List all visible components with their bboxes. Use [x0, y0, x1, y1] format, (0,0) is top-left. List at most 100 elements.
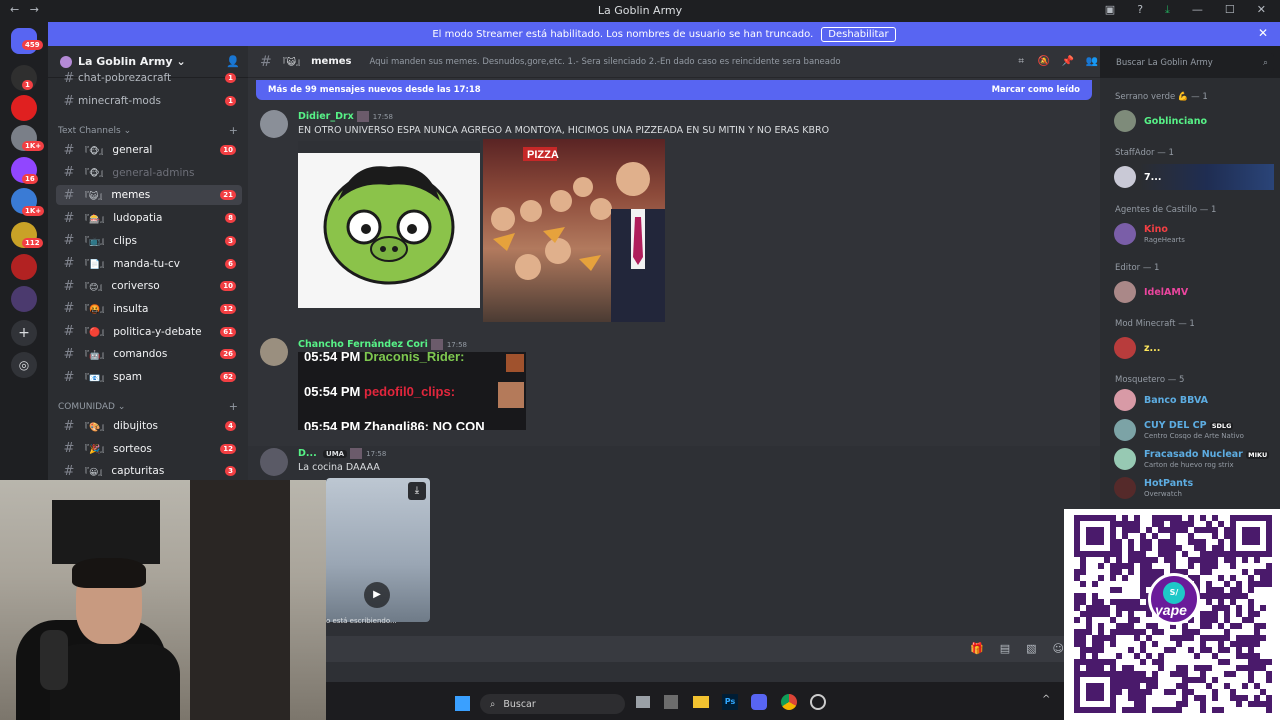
category-comunidad[interactable]: COMUNIDAD ⌄ [58, 402, 125, 412]
close-banner-icon[interactable]: ✕ [1258, 26, 1268, 40]
gift-icon[interactable]: 🎁 [970, 642, 984, 655]
server-icon[interactable] [11, 254, 37, 280]
member-item[interactable]: Banco BBVA [1114, 389, 1274, 413]
close-icon[interactable]: ✕ [1257, 3, 1266, 17]
new-messages-bar[interactable]: Más de 99 mensajes nuevos desde las 17:1… [256, 80, 1092, 100]
search-input[interactable]: Buscar La Goblin Army ⌕ [1110, 53, 1274, 72]
hash-icon: # [63, 278, 75, 294]
channel-item-chat-pobrezacraft[interactable]: # chat-pobrezacraft 1 [56, 68, 242, 88]
channel-topic[interactable]: Aqui manden sus memes. Desnudos,gore,etc… [369, 57, 840, 67]
avatar[interactable] [260, 448, 288, 476]
taskview-icon[interactable] [636, 696, 650, 708]
member-name: HotPants [1144, 478, 1193, 489]
channel-item-clips[interactable]: # 『📺』 clips 3 [56, 231, 242, 251]
screenshot-user: Zhangli86: NO CON [364, 419, 485, 430]
channel-item-capturitas[interactable]: # 『😀』 capturitas 3 [56, 461, 242, 481]
member-item[interactable]: CUY DEL CP SDLG Centro Cosqo de Arte Nati… [1114, 419, 1274, 443]
mark-as-read-button[interactable]: Marcar como leído [992, 85, 1080, 95]
channel-item-manda-tu-cv[interactable]: # 『📄』 manda-tu-cv 6 [56, 254, 242, 274]
add-server-icon[interactable]: + [11, 320, 37, 346]
author-name[interactable]: Chancho Fernández Cori [298, 339, 428, 350]
disable-streamer-button[interactable]: Deshabilitar [821, 26, 896, 42]
hash-icon: # [63, 210, 75, 226]
unread-badge: 26 [220, 349, 236, 360]
maximize-icon[interactable]: ☐ [1225, 3, 1235, 17]
play-button-icon[interactable]: ▶ [364, 582, 390, 608]
member-item[interactable]: Fracasado Nuclear MIKU Carton de huevo ro… [1114, 448, 1274, 472]
channel-item-spam[interactable]: # 『📧』 spam 62 [56, 367, 242, 387]
download-icon[interactable]: ⤓ [1165, 3, 1170, 17]
author-name[interactable]: D... [298, 448, 317, 459]
member-item[interactable]: 7... [1114, 166, 1274, 190]
home-badge: 459 [22, 40, 43, 50]
channel-item-insulta[interactable]: # 『🤬』 insulta 12 [56, 299, 242, 319]
message-author[interactable]: D... UMA 17:58 [298, 448, 386, 459]
app-icon[interactable] [810, 694, 826, 710]
channel-item-memes[interactable]: # 『😺』 memes 21 [56, 185, 242, 206]
channel-emoji: 『🎨』 [80, 422, 110, 433]
download-icon[interactable]: ⤓ [408, 482, 426, 500]
server-badge: 1K+ [22, 206, 45, 216]
channel-item-comandos[interactable]: # 『🤖』 comandos 26 [56, 344, 242, 364]
chrome-icon[interactable] [781, 694, 797, 710]
unread-badge: 62 [220, 372, 236, 382]
add-user-icon[interactable]: 👤 [226, 55, 240, 68]
channel-item-coriverso[interactable]: # 『😊』 coriverso 10 [56, 276, 242, 296]
taskbar-search[interactable]: ⌕ Buscar [480, 694, 625, 714]
channel-item-dibujitos[interactable]: # 『🎨』 dibujitos 4 [56, 416, 242, 436]
channel-item-minecraft-mods[interactable]: # minecraft-mods 1 [56, 91, 242, 111]
search-placeholder: Buscar La Goblin Army [1116, 57, 1213, 68]
screenshot-time: 05:54 PM [304, 384, 361, 399]
message-author[interactable]: Chancho Fernández Cori 17:58 [298, 339, 467, 350]
app-icon[interactable] [664, 695, 678, 709]
gif-icon[interactable]: ▤ [1000, 642, 1010, 655]
chat-screenshot-image[interactable]: 05:54 PM Draconis_Rider: 05:54 PM pedofi… [298, 352, 526, 430]
member-item[interactable]: HotPants Overwatch [1114, 477, 1274, 501]
inbox-icon[interactable]: ▣ [1105, 3, 1115, 17]
file-explorer-icon[interactable] [693, 696, 709, 708]
channel-item-sorteos[interactable]: # 『🎉』 sorteos 12 [56, 439, 242, 459]
unread-badge: 4 [225, 421, 236, 431]
message-composer[interactable]: 🎁 ▤ ▧ ☺ [320, 636, 1072, 662]
member-item[interactable]: Kino RageHearts [1114, 223, 1274, 247]
avatar[interactable] [260, 110, 288, 138]
author-name[interactable]: Didier_Drx [298, 111, 354, 122]
add-channel-icon[interactable]: + [229, 400, 238, 413]
channel-item-ludopatia[interactable]: # 『🎰』 ludopatia 8 [56, 208, 242, 228]
help-icon[interactable]: ? [1137, 3, 1143, 17]
channel-emoji: 『🐵』 [80, 169, 109, 180]
microphone [40, 630, 68, 690]
pin-icon[interactable]: 📌 [1062, 56, 1074, 67]
yape-logo: S/ yape [1148, 573, 1200, 625]
server-icon[interactable] [11, 95, 37, 121]
channel-item-general-admins[interactable]: # 『🐵』 general-admins [56, 163, 242, 183]
channel-label: capturitas [111, 465, 165, 478]
threads-icon[interactable]: ⌗ [1018, 56, 1024, 67]
sticker-icon[interactable]: ▧ [1026, 642, 1036, 655]
meme-image-pig[interactable] [298, 141, 480, 308]
member-item[interactable]: Goblinciano [1114, 110, 1274, 134]
add-channel-icon[interactable]: + [229, 124, 238, 137]
member-list-icon[interactable]: 👥 [1086, 56, 1098, 67]
window-title: La Goblin Army [597, 4, 683, 17]
discord-taskbar-icon[interactable] [751, 694, 767, 710]
window-controls[interactable]: ▣ ? ⤓ — ☐ ✕ [1105, 3, 1266, 17]
photoshop-icon[interactable]: Ps [722, 694, 738, 710]
windows-start-icon[interactable] [455, 696, 470, 711]
discover-icon[interactable]: ◎ [11, 352, 37, 378]
mute-bell-icon[interactable]: 🔕 [1038, 56, 1050, 67]
minimize-icon[interactable]: — [1192, 3, 1203, 17]
category-text-channels[interactable]: Text Channels ⌄ [58, 126, 131, 136]
emoji-icon[interactable]: ☺ [1053, 642, 1064, 655]
tray-chevron-icon[interactable]: ^ [1042, 694, 1050, 705]
avatar[interactable] [260, 338, 288, 366]
member-item[interactable]: z... [1114, 337, 1274, 361]
video-attachment[interactable]: ⤓ ▶ [326, 478, 430, 622]
member-item[interactable]: IdelAMV [1114, 281, 1274, 305]
channel-item-politica-y-debate[interactable]: # 『🔴』 politica-y-debate 61 [56, 322, 242, 342]
channel-item-general[interactable]: # 『🐵』 general 10 [56, 140, 242, 160]
meme-image-pizza-crowd[interactable]: PIZZA [483, 139, 665, 322]
streamer-mode-banner: El modo Streamer está habilitado. Los no… [48, 22, 1280, 46]
server-icon[interactable] [11, 286, 37, 312]
message-author[interactable]: Didier_Drx 17:58 [298, 111, 393, 122]
